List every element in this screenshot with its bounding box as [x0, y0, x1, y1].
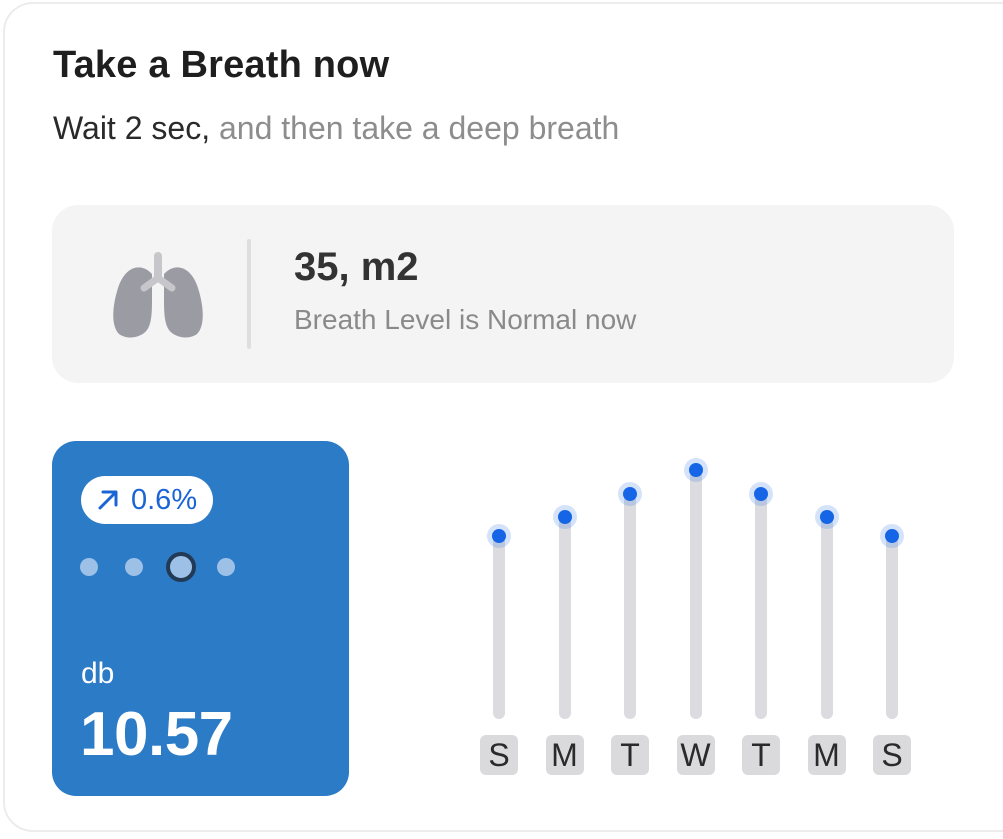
chart-bar: [689, 470, 702, 719]
pager-dot[interactable]: [125, 558, 143, 576]
lungs-icon: [113, 252, 203, 338]
panel-divider: [247, 239, 251, 349]
chart-bar: [558, 517, 571, 719]
chart-day-label: S: [873, 735, 911, 775]
chart-bar: [755, 493, 767, 719]
chart-day-label: S: [480, 735, 518, 775]
chart-bar: [624, 493, 636, 719]
chart-bar: [820, 517, 833, 719]
chart-point[interactable]: [819, 510, 834, 525]
chart-point[interactable]: [754, 486, 768, 501]
subtitle-rest: and then take a deep breath: [218, 110, 620, 146]
page-title: Take a Breath now: [53, 44, 390, 86]
chart-day-label: T: [611, 735, 649, 775]
change-badge: 0.6%: [81, 476, 214, 524]
pager-dot[interactable]: [80, 558, 98, 576]
chart-point[interactable]: [885, 528, 899, 543]
subtitle-highlight: Wait 2 sec,: [53, 110, 211, 146]
weekly-breath-chart: SMTWTMS: [470, 463, 930, 790]
chart-day-label: M: [545, 735, 584, 775]
arrow-up-right-icon: [98, 490, 118, 510]
chart-point[interactable]: [688, 463, 703, 478]
change-value: 0.6%: [131, 483, 198, 516]
chart-point[interactable]: [492, 528, 506, 543]
chart-bar: [886, 535, 898, 719]
db-value: 10.57: [80, 700, 233, 769]
breath-status-text: Breath Level is Normal now: [294, 304, 637, 335]
chart-bar: [493, 535, 505, 719]
pager-dot[interactable]: [217, 558, 235, 576]
breath-metric-value: 35, m2: [294, 245, 419, 289]
chart-point[interactable]: [623, 486, 637, 501]
db-unit-label: db: [81, 657, 115, 690]
page-subtitle: Wait 2 sec, and then take a deep breath: [53, 110, 619, 147]
chart-point[interactable]: [557, 510, 572, 525]
breath-status-panel: 35, m2 Breath Level is Normal now: [52, 205, 954, 383]
pager-dot-active[interactable]: [166, 552, 196, 582]
db-card[interactable]: 0.6% db 10.57: [52, 441, 349, 796]
chart-day-label: W: [676, 735, 715, 775]
chart-day-label: T: [742, 735, 780, 775]
chart-day-label: M: [807, 735, 846, 775]
